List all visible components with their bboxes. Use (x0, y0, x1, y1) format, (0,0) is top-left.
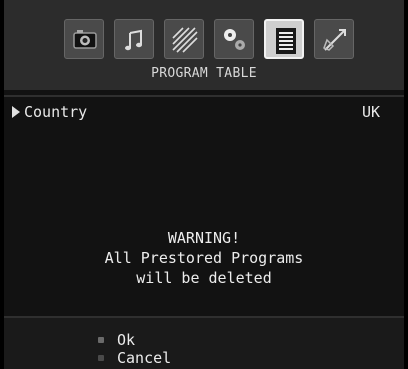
feature-icon[interactable] (214, 19, 254, 59)
warning-line-3: will be deleted (136, 269, 272, 287)
warning-message: WARNING! All Prestored Programs will be … (4, 228, 404, 288)
page-title: PROGRAM TABLE (151, 66, 257, 81)
country-setting-row[interactable]: Country UK (4, 103, 404, 127)
confirm-options-panel: Ok Cancel (4, 318, 404, 369)
program-table-icon[interactable] (264, 19, 304, 59)
ok-label: Ok (117, 331, 136, 349)
country-label: Country (24, 103, 88, 121)
cancel-option[interactable]: Cancel (98, 348, 171, 368)
install-icon[interactable] (314, 19, 354, 59)
ok-bullet-icon (98, 337, 104, 343)
cancel-bullet-icon (98, 355, 104, 361)
menu-icon-row (64, 19, 374, 63)
country-value: UK (361, 103, 380, 121)
sound-icon[interactable] (114, 19, 154, 59)
selection-arrow-icon (12, 106, 20, 118)
picture-icon[interactable] (64, 19, 104, 59)
cancel-label: Cancel (117, 349, 172, 367)
ok-option[interactable]: Ok (98, 330, 135, 350)
header-divider (4, 95, 404, 97)
settings-icon[interactable] (164, 19, 204, 59)
menu-header: PROGRAM TABLE (4, 0, 404, 90)
warning-title: WARNING! (167, 229, 241, 247)
warning-line-2: All Prestored Programs (104, 249, 304, 267)
tv-menu-frame: PROGRAM TABLE Country UK WARNING! All Pr… (4, 0, 404, 369)
